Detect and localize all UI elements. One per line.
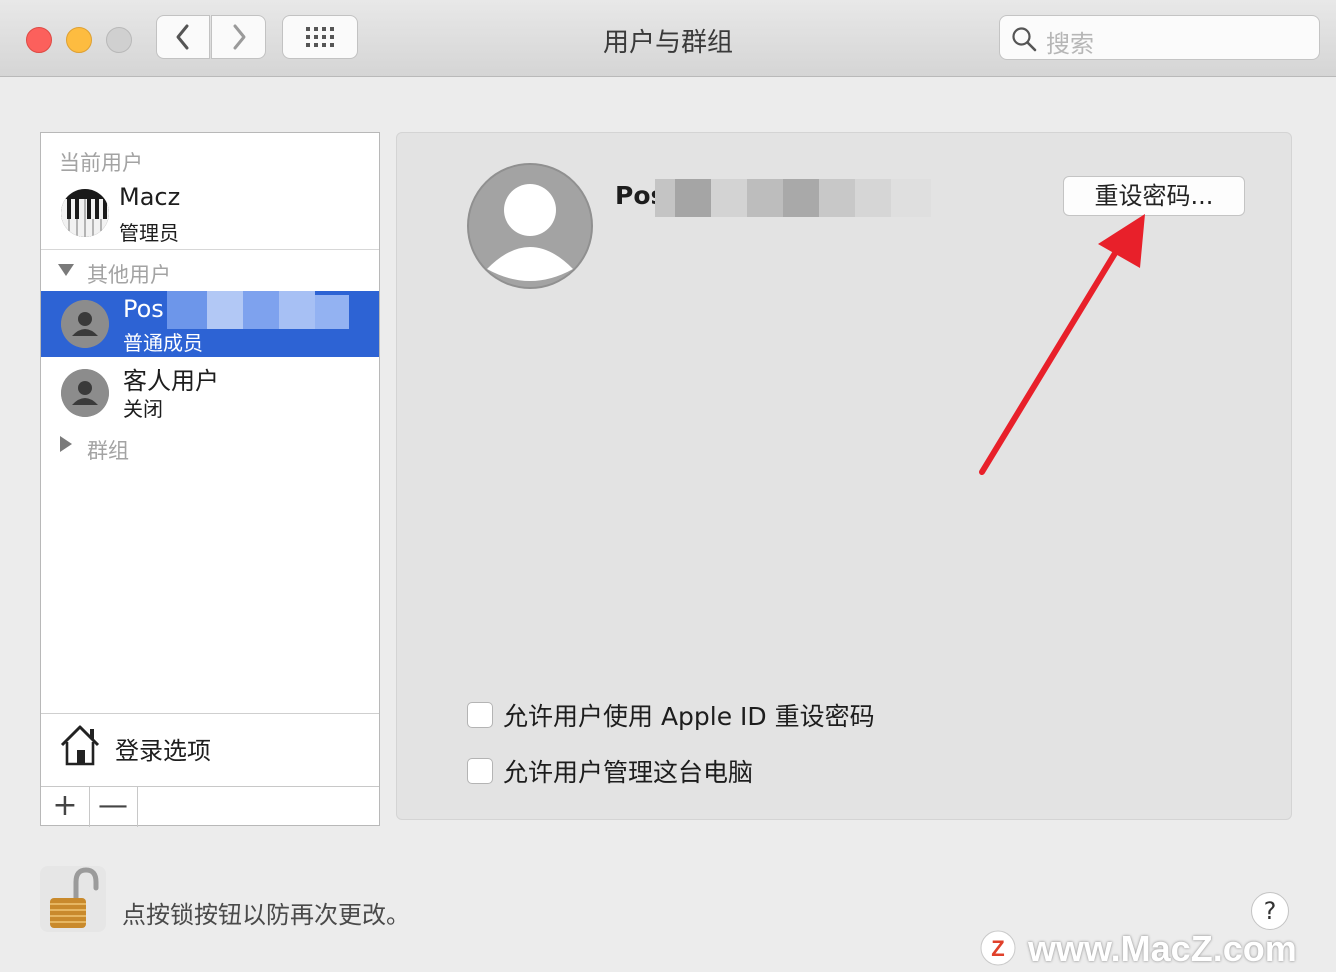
login-options-label: 登录选项 — [115, 737, 211, 765]
watermark-text: www.MacZ.com — [1028, 928, 1297, 969]
search-icon — [1012, 27, 1037, 52]
lock-button[interactable] — [40, 866, 106, 932]
person-icon — [61, 300, 109, 348]
users-sidebar: 当前用户 Macz 管理员 其他用户 Pos 普通成员 客人用户 关闭 群组 登… — [40, 132, 380, 827]
lock-message: 点按锁按钮以防再次更改。 — [122, 901, 410, 929]
user-detail-panel: Pos 重设密码... 允许用户使用 Apple ID 重设密码 允许用户管理这… — [396, 132, 1292, 820]
login-divider — [41, 713, 379, 714]
search-placeholder: 搜索 — [1046, 30, 1094, 58]
allow-admin-checkbox[interactable] — [467, 758, 493, 784]
selected-user-name: Pos — [123, 295, 164, 323]
title-bar: 用户与群组 搜索 — [0, 0, 1336, 77]
current-user-role: 管理员 — [119, 221, 179, 245]
user-avatar — [61, 300, 109, 348]
house-icon — [60, 725, 100, 766]
triangle-right-icon — [60, 436, 72, 452]
selected-user-role: 普通成员 — [123, 331, 203, 355]
current-users-label: 当前用户 — [59, 151, 143, 175]
remove-user-button[interactable]: — — [89, 787, 138, 827]
triangle-down-icon — [58, 264, 74, 276]
help-button[interactable]: ? — [1251, 892, 1289, 930]
groups-label: 群组 — [87, 439, 129, 463]
person-icon — [61, 369, 109, 417]
allow-admin-label: 允许用户管理这台电脑 — [503, 758, 754, 787]
allow-appleid-reset-checkbox[interactable] — [467, 702, 493, 728]
guest-user-name: 客人用户 — [123, 367, 219, 395]
guest-avatar — [61, 369, 109, 417]
allow-appleid-reset-label: 允许用户使用 Apple ID 重设密码 — [503, 702, 875, 731]
macz-logo-icon: Z — [980, 930, 1016, 966]
guest-user-role: 关闭 — [123, 397, 163, 421]
watermark: Z www.MacZ.com — [976, 926, 1336, 972]
add-user-button[interactable]: + — [41, 787, 90, 827]
selected-user-row[interactable]: Pos 普通成员 — [41, 291, 379, 357]
search-field[interactable]: 搜索 — [999, 15, 1320, 60]
svg-text:Z: Z — [991, 936, 1004, 961]
section-divider — [41, 249, 379, 250]
piano-avatar — [61, 189, 109, 237]
lock-open-icon — [50, 867, 99, 928]
other-users-label: 其他用户 — [87, 263, 171, 287]
current-user-name: Macz — [119, 183, 181, 211]
allow-appleid-reset-option[interactable]: 允许用户使用 Apple ID 重设密码 — [467, 697, 875, 733]
person-icon — [469, 165, 591, 287]
piano-keys-icon — [61, 189, 109, 237]
sidebar-toolbar: + — — [41, 786, 379, 827]
allow-admin-option[interactable]: 允许用户管理这台电脑 — [467, 753, 753, 789]
reset-password-button[interactable]: 重设密码... — [1063, 176, 1245, 216]
user-photo[interactable] — [467, 163, 593, 289]
